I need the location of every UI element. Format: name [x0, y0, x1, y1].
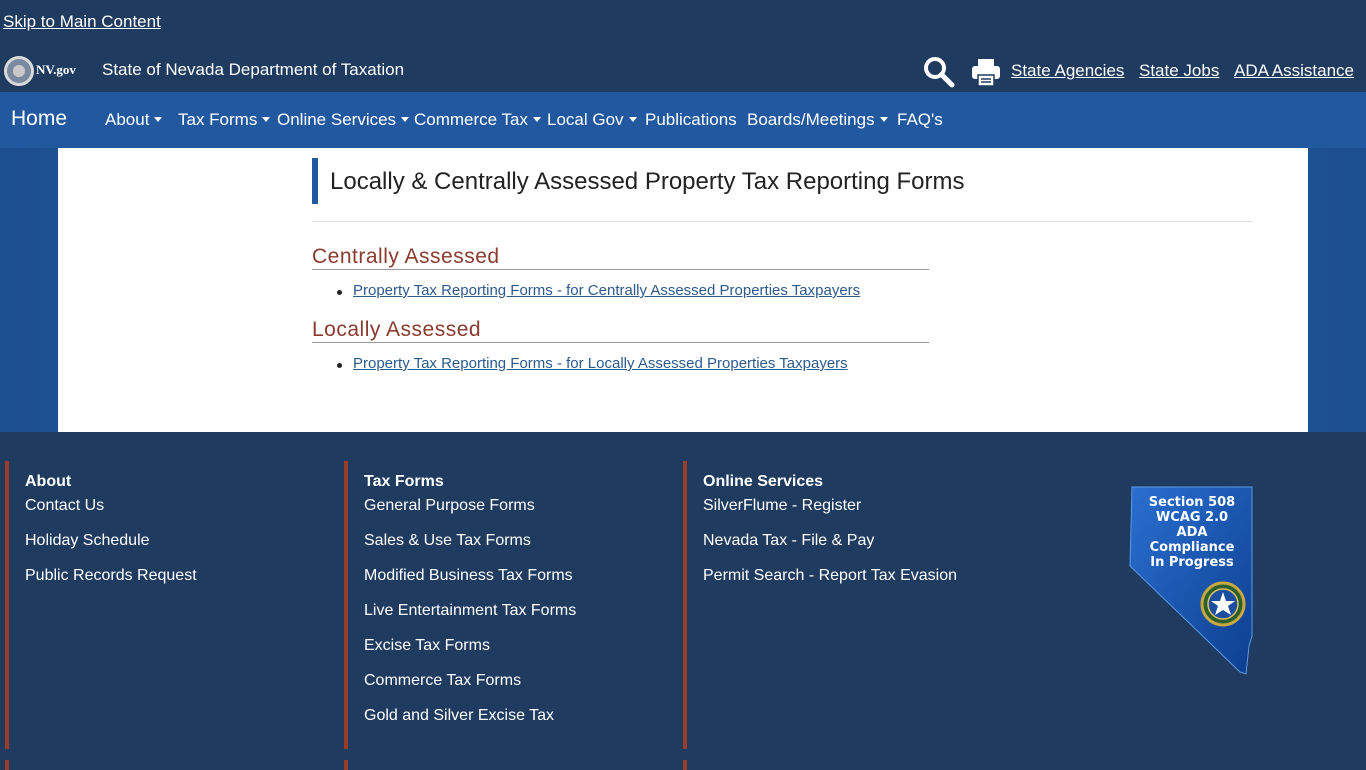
section-heading-locally-assessed: Locally Assessed [312, 318, 482, 341]
skip-to-main-content-link[interactable]: Skip to Main Content [3, 12, 161, 32]
nevada-seal-icon [1200, 581, 1246, 627]
list-bullet [337, 290, 342, 295]
main-nav: Home About Tax Forms Online Services Com… [0, 92, 1366, 148]
footer-link-holiday-schedule[interactable]: Holiday Schedule [25, 532, 150, 550]
state-agencies-link[interactable]: State Agencies [1011, 61, 1124, 81]
chevron-down-icon [154, 117, 163, 122]
footer-heading-tax-forms[interactable]: Tax Forms [364, 473, 444, 491]
footer-link-general-purpose-forms[interactable]: General Purpose Forms [364, 497, 535, 515]
footer-column-divider [5, 760, 9, 770]
nvgov-logo[interactable]: NV.gov [36, 62, 76, 78]
title-accent-bar [312, 158, 318, 204]
nav-faqs[interactable]: FAQ's [897, 110, 943, 130]
nav-local-gov[interactable]: Local Gov [547, 110, 637, 130]
footer-link-nevada-tax-file-pay[interactable]: Nevada Tax - File & Pay [703, 532, 874, 550]
nav-commerce-tax[interactable]: Commerce Tax [414, 110, 541, 130]
chevron-down-icon [879, 117, 888, 122]
footer-link-contact-us[interactable]: Contact Us [25, 497, 104, 515]
title-divider [312, 221, 1253, 222]
nav-home[interactable]: Home [11, 107, 67, 131]
state-jobs-link[interactable]: State Jobs [1139, 61, 1219, 81]
footer-column-divider [344, 461, 348, 749]
chevron-down-icon [401, 117, 410, 122]
ada-badge-line: In Progress [1150, 555, 1234, 570]
ada-badge-line: ADA [1177, 525, 1208, 540]
footer-link-silverflume-register[interactable]: SilverFlume - Register [703, 497, 861, 515]
nav-publications[interactable]: Publications [645, 110, 737, 130]
ada-badge-line: Compliance [1150, 540, 1235, 555]
chevron-down-icon [628, 117, 637, 122]
section-heading-centrally-assessed: Centrally Assessed [312, 245, 500, 268]
chevron-down-icon [533, 117, 541, 122]
footer-column-divider [683, 461, 687, 749]
footer-link-excise-tax-forms[interactable]: Excise Tax Forms [364, 637, 490, 655]
footer-link-live-entertainment-tax-forms[interactable]: Live Entertainment Tax Forms [364, 602, 576, 620]
ada-badge-line: Section 508 [1149, 495, 1235, 510]
footer-column-divider [683, 760, 687, 770]
ada-badge-line: WCAG 2.0 [1156, 510, 1228, 525]
locally-assessed-forms-link[interactable]: Property Tax Reporting Forms - for Local… [353, 355, 848, 372]
nevada-seal-icon[interactable] [4, 56, 34, 86]
brand-bar: NV.gov State of Nevada Department of Tax… [0, 52, 1366, 92]
chevron-down-icon [262, 117, 271, 122]
page-title: Locally & Centrally Assessed Property Ta… [330, 168, 965, 195]
footer-link-sales-use-tax-forms[interactable]: Sales & Use Tax Forms [364, 532, 531, 550]
footer-heading-about[interactable]: About [25, 473, 71, 491]
nav-tax-forms[interactable]: Tax Forms [178, 110, 271, 130]
footer-column-divider [5, 461, 9, 749]
list-bullet [337, 363, 342, 368]
footer-link-modified-business-tax-forms[interactable]: Modified Business Tax Forms [364, 567, 573, 585]
nav-boards-meetings[interactable]: Boards/Meetings [747, 110, 888, 130]
print-icon[interactable] [970, 56, 1002, 88]
footer-column-divider [344, 760, 348, 770]
ada-assistance-link[interactable]: ADA Assistance [1234, 61, 1354, 81]
footer-link-public-records-request[interactable]: Public Records Request [25, 567, 197, 585]
footer-link-gold-silver-excise-tax[interactable]: Gold and Silver Excise Tax [364, 707, 554, 725]
footer-heading-online-services[interactable]: Online Services [703, 473, 823, 491]
nav-about[interactable]: About [105, 110, 163, 130]
section-divider [312, 342, 929, 343]
section-divider [312, 269, 929, 270]
centrally-assessed-forms-link[interactable]: Property Tax Reporting Forms - for Centr… [353, 282, 860, 299]
main-content: Locally & Centrally Assessed Property Ta… [58, 148, 1308, 432]
agency-name[interactable]: State of Nevada Department of Taxation [102, 60, 404, 80]
search-icon[interactable] [922, 55, 956, 89]
nav-online-services[interactable]: Online Services [277, 110, 410, 130]
ada-compliance-badge[interactable]: Section 508 WCAG 2.0 ADA Compliance In P… [1128, 486, 1258, 676]
footer-link-commerce-tax-forms[interactable]: Commerce Tax Forms [364, 672, 521, 690]
footer-link-permit-search[interactable]: Permit Search - Report Tax Evasion [703, 567, 957, 585]
